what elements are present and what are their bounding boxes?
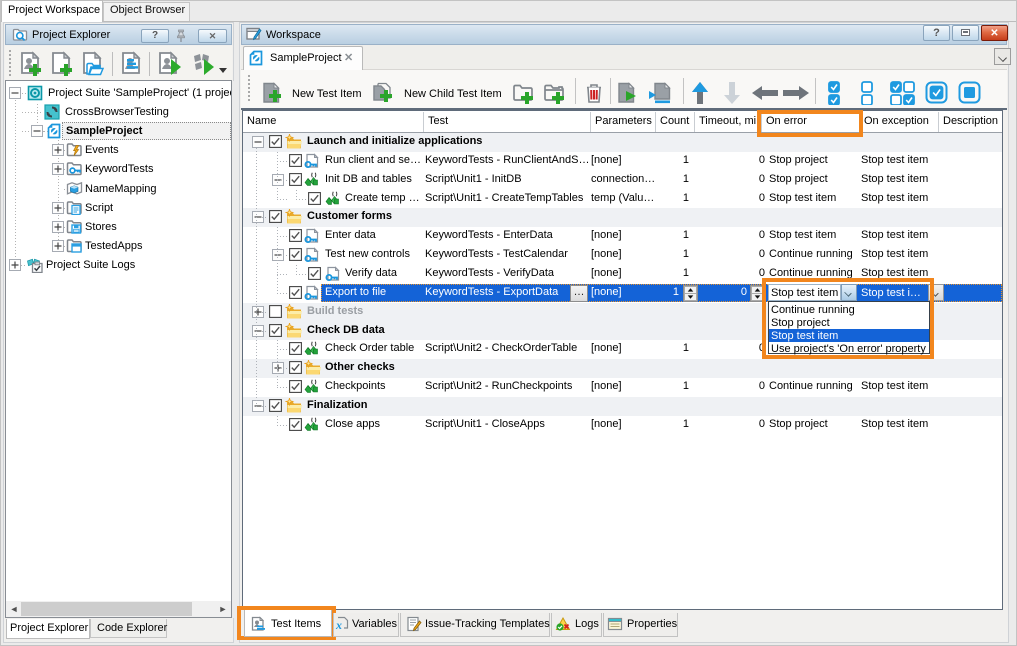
svg-text:x: x (335, 618, 342, 632)
